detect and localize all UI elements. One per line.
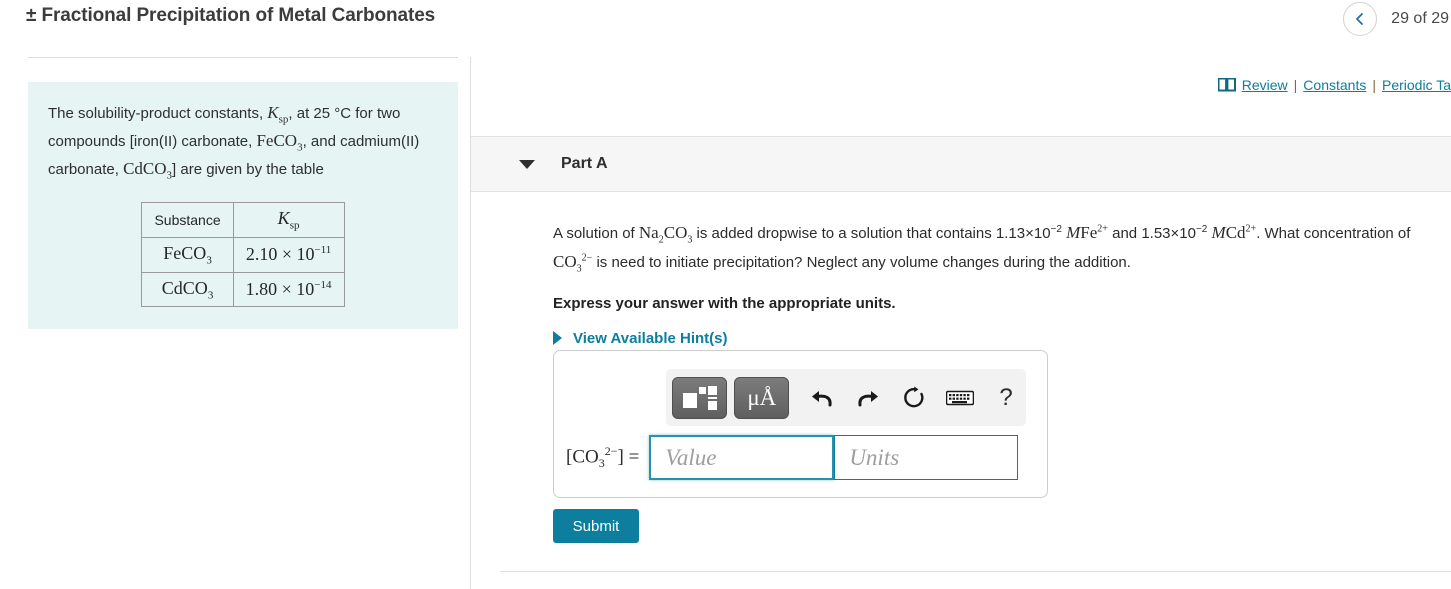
problem-text: The solubility-product constants, Ksp, a… (48, 100, 438, 184)
caret-right-icon (553, 331, 562, 346)
problem-intro-1: The solubility-product constants, (48, 105, 264, 122)
ion-fe: Fe2+ (1080, 223, 1108, 242)
units-button[interactable]: μÅ (734, 376, 790, 419)
assignment-page: ± Fractional Precipitation of Metal Carb… (0, 0, 1451, 589)
question-part-1: A solution of (553, 225, 635, 242)
part-a-header[interactable]: Part A (471, 136, 1451, 192)
ksp-symbol: Ksp (267, 103, 289, 126)
view-hints-toggle[interactable]: View Available Hint(s) (553, 330, 1433, 347)
answer-entry-box: μÅ ? [CO32−] = Value Units (553, 350, 1048, 498)
cell-ksp-cdco3: 1.80 × 10−14 (232, 271, 345, 308)
table-row: CdCO3 1.80 × 10−14 (141, 271, 345, 308)
question-text: A solution of Na2CO3 is added dropwise t… (553, 219, 1433, 278)
concentration-fe: 1.13×10−2 (995, 224, 1062, 242)
help-button[interactable]: ? (986, 378, 1026, 418)
previous-question-button[interactable] (1343, 2, 1378, 36)
answer-input-row: [CO32−] = (566, 435, 1019, 480)
review-link[interactable]: Review (1242, 77, 1288, 93)
keyboard-button[interactable] (940, 378, 980, 418)
concentration-cd: 1.53×10−2 (1141, 224, 1208, 242)
view-hints-label: View Available Hint(s) (573, 329, 728, 347)
table-header-substance: Substance (141, 202, 234, 238)
micro-angstrom-units-icon: μÅ (747, 385, 777, 410)
cell-substance-cdco3: CdCO3 (141, 271, 234, 308)
page-counter: 29 of 29 (1391, 10, 1449, 27)
pagination-controls: 29 of 29 (1343, 2, 1451, 36)
part-a-label: Part A (561, 155, 608, 172)
cell-substance-feco3: FeCO3 (141, 236, 234, 273)
analyte-carbonate: CO32− (553, 252, 593, 275)
question-part-4: is need to initiate precipitation? Negle… (596, 254, 1131, 272)
table-header-row: Substance Ksp (141, 202, 345, 238)
undo-button[interactable] (802, 378, 842, 418)
cell-ksp-feco3: 2.10 × 10−11 (232, 236, 345, 273)
caret-down-icon[interactable] (519, 159, 535, 169)
redo-button[interactable] (848, 378, 888, 418)
link-separator-2: | (1372, 77, 1376, 93)
constants-link[interactable]: Constants (1303, 77, 1366, 93)
answer-toolbar: μÅ ? (666, 369, 1026, 426)
undo-icon (812, 390, 832, 406)
page-title: ± Fractional Precipitation of Metal Carb… (26, 5, 436, 26)
help-icon: ? (999, 383, 1013, 411)
chevron-left-icon (1356, 13, 1364, 25)
question-conjunction: and (1112, 225, 1138, 242)
table-row: FeCO3 2.10 × 10−11 (141, 236, 345, 273)
compound-feco3: FeCO3 (256, 131, 303, 154)
ksp-table: Substance Ksp FeCO3 2.10 × 10−11 CdCO3 1… (141, 202, 345, 308)
header-divider (28, 57, 458, 58)
template-squares-button[interactable] (672, 376, 728, 419)
keyboard-icon (946, 390, 975, 405)
resource-links: Review | Constants | Periodic Ta (1217, 77, 1451, 93)
periodic-table-link[interactable]: Periodic Ta (1382, 77, 1451, 93)
express-instruction: Express your answer with the appropriate… (553, 294, 896, 312)
top-bar: ± Fractional Precipitation of Metal Carb… (0, 0, 1451, 56)
unit-molar-cd: M (1211, 223, 1226, 242)
link-separator-1: | (1293, 77, 1298, 93)
ion-cd: Cd2+ (1225, 223, 1257, 242)
question-part-2: is added dropwise to a solution that con… (696, 225, 992, 242)
book-icon (1217, 78, 1236, 92)
table-header-ksp: Ksp (232, 202, 345, 238)
submit-button[interactable]: Submit (553, 509, 639, 543)
problem-intro-4: ] are given by the table (172, 161, 324, 179)
answer-label: [CO32−] = (566, 443, 640, 471)
reset-button[interactable] (894, 378, 934, 418)
bottom-divider (500, 571, 1451, 572)
reagent-na2co3: Na2CO3 (638, 223, 693, 246)
template-squares-icon (682, 385, 717, 410)
answer-value-input[interactable] (649, 435, 835, 480)
redo-icon (858, 390, 879, 406)
compound-cdco3: CdCO3 (123, 159, 173, 182)
answer-units-input[interactable] (834, 435, 1019, 480)
question-part-3: . What concentration of (1256, 225, 1411, 242)
problem-statement-panel: The solubility-product constants, Ksp, a… (28, 82, 458, 330)
reset-icon (904, 386, 924, 407)
unit-molar-fe: M (1066, 223, 1081, 242)
question-block: A solution of Na2CO3 is added dropwise t… (553, 219, 1433, 347)
